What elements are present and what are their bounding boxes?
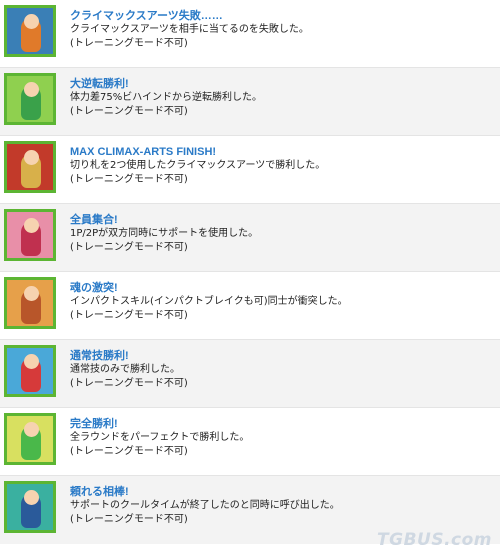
character-portrait-icon bbox=[4, 345, 56, 397]
character-portrait-icon bbox=[4, 73, 56, 125]
achievement-title[interactable]: 通常技勝利! bbox=[70, 349, 494, 363]
achievement-title[interactable]: 頼れる相棒! bbox=[70, 485, 494, 499]
achievement-description: 全ラウンドをパーフェクトで勝利した。 bbox=[70, 432, 250, 443]
achievement-note: (トレーニングモード不可) bbox=[70, 514, 188, 525]
character-portrait-icon bbox=[4, 481, 56, 533]
achievement-row: 全員集合! 1P/2Pが双方同時にサポートを使用した。 (トレーニングモード不可… bbox=[0, 204, 500, 272]
character-portrait-icon bbox=[4, 413, 56, 465]
achievement-row: クライマックスアーツ失敗…… クライマックスアーツを相手に当てるのを失敗した。 … bbox=[0, 0, 500, 68]
achievement-note: (トレーニングモード不可) bbox=[70, 310, 188, 321]
achievement-row: 完全勝利! 全ラウンドをパーフェクトで勝利した。 (トレーニングモード不可) bbox=[0, 408, 500, 476]
achievement-note: (トレーニングモード不可) bbox=[70, 38, 188, 49]
character-portrait-icon bbox=[4, 5, 56, 57]
achievement-note: (トレーニングモード不可) bbox=[70, 378, 188, 389]
achievement-description: 切り札を2つ使用したクライマックスアーツで勝利した。 bbox=[70, 160, 326, 171]
achievement-title[interactable]: 全員集合! bbox=[70, 213, 494, 227]
achievement-description: 通常技のみで勝利した。 bbox=[70, 364, 180, 375]
achievement-title[interactable]: 大逆転勝利! bbox=[70, 77, 494, 91]
achievement-row: MAX CLIMAX-ARTS FINISH! 切り札を2つ使用したクライマック… bbox=[0, 136, 500, 204]
achievement-row: 大逆転勝利! 体力差75%ビハインドから逆転勝利した。 (トレーニングモード不可… bbox=[0, 68, 500, 136]
achievement-note: (トレーニングモード不可) bbox=[70, 242, 188, 253]
character-portrait-icon bbox=[4, 141, 56, 193]
achievement-description: 1P/2Pが双方同時にサポートを使用した。 bbox=[70, 228, 259, 239]
achievement-note: (トレーニングモード不可) bbox=[70, 106, 188, 117]
achievement-title[interactable]: MAX CLIMAX-ARTS FINISH! bbox=[70, 145, 494, 159]
achievement-description: 体力差75%ビハインドから逆転勝利した。 bbox=[70, 92, 263, 103]
achievement-title[interactable]: 完全勝利! bbox=[70, 417, 494, 431]
achievement-row: 通常技勝利! 通常技のみで勝利した。 (トレーニングモード不可) bbox=[0, 340, 500, 408]
character-portrait-icon bbox=[4, 209, 56, 261]
achievement-title[interactable]: 魂の激突! bbox=[70, 281, 494, 295]
achievement-title[interactable]: クライマックスアーツ失敗…… bbox=[70, 9, 494, 23]
achievement-row: 魂の激突! インパクトスキル(インパクトブレイクも可)同士が衝突した。 (トレー… bbox=[0, 272, 500, 340]
achievement-description: インパクトスキル(インパクトブレイクも可)同士が衝突した。 bbox=[70, 296, 348, 307]
achievement-description: クライマックスアーツを相手に当てるのを失敗した。 bbox=[70, 24, 309, 35]
achievement-list: クライマックスアーツ失敗…… クライマックスアーツを相手に当てるのを失敗した。 … bbox=[0, 0, 500, 544]
watermark: TGBUS.com bbox=[377, 530, 492, 550]
achievement-description: サポートのクールタイムが終了したのと同時に呼び出した。 bbox=[70, 500, 340, 511]
achievement-note: (トレーニングモード不可) bbox=[70, 446, 188, 457]
achievement-note: (トレーニングモード不可) bbox=[70, 174, 188, 185]
character-portrait-icon bbox=[4, 277, 56, 329]
